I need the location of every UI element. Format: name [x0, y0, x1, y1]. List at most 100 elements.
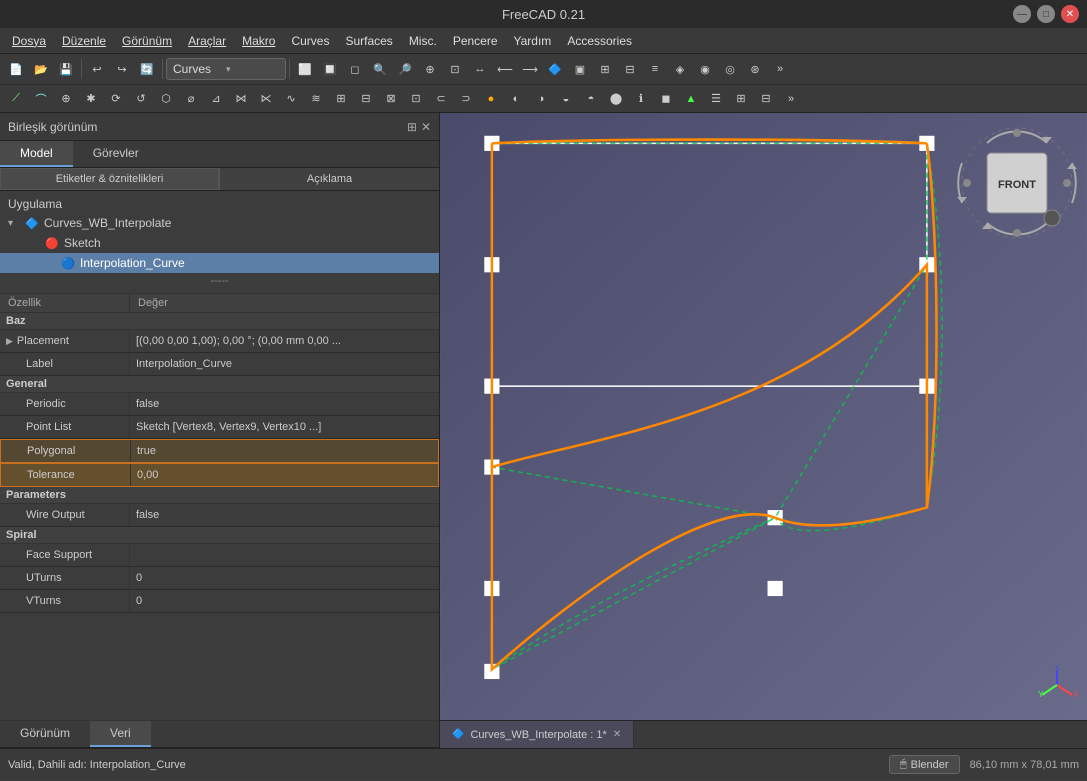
prop-row-facesupport[interactable]: Face Support	[0, 544, 439, 567]
menu-accessories[interactable]: Accessories	[559, 32, 640, 50]
prop-row-uturns[interactable]: UTurns 0	[0, 567, 439, 590]
menu-araclar[interactable]: Araçlar	[180, 32, 234, 50]
tb-view1[interactable]: ⬜	[293, 57, 317, 81]
tb-curve15[interactable]: ⊟	[354, 87, 378, 111]
tb-curve26[interactable]: ℹ	[629, 87, 653, 111]
tb-view3[interactable]: ◻	[343, 57, 367, 81]
tb-curve6[interactable]: ↺	[129, 87, 153, 111]
tb-view15[interactable]: ≡	[643, 57, 667, 81]
subtab-etiketler[interactable]: Etiketler & öznitelikleri	[0, 168, 219, 190]
menu-gorunum[interactable]: Görünüm	[114, 32, 180, 50]
tb-curve24[interactable]: ◓	[579, 87, 603, 111]
tab-gorevler[interactable]: Görevler	[73, 141, 159, 167]
close-button[interactable]: ✕	[1061, 5, 1079, 23]
prop-val-placement: [(0,00 0,00 1,00); 0,00 °; (0,00 mm 0,00…	[130, 333, 439, 349]
tb-view10[interactable]: ⟶	[518, 57, 542, 81]
tb-curve13[interactable]: ≋	[304, 87, 328, 111]
menu-curves[interactable]: Curves	[283, 32, 337, 50]
tb-curve28[interactable]: ▲	[679, 87, 703, 111]
prop-row-periodic[interactable]: Periodic false	[0, 393, 439, 416]
tb-curve23[interactable]: ◒	[554, 87, 578, 111]
prop-row-label[interactable]: Label Interpolation_Curve	[0, 353, 439, 376]
tb-view12[interactable]: ▣	[568, 57, 592, 81]
bottom-tab-veri[interactable]: Veri	[90, 721, 151, 747]
workbench-dropdown[interactable]: Curves ▾	[166, 58, 286, 80]
tb-curve8[interactable]: ⌀	[179, 87, 203, 111]
tab-model[interactable]: Model	[0, 141, 73, 167]
tb-view7[interactable]: ⊡	[443, 57, 467, 81]
blender-badge[interactable]: 🖱 Blender	[889, 755, 960, 774]
tb-curve14[interactable]: ⊞	[329, 87, 353, 111]
tree-item-interp[interactable]: 🔵 Interpolation_Curve	[0, 253, 439, 273]
tb-curve31[interactable]: ⊟	[754, 87, 778, 111]
tb-curve10[interactable]: ⋈	[229, 87, 253, 111]
tb-view17[interactable]: ◉	[693, 57, 717, 81]
tb-view5[interactable]: 🔎	[393, 57, 417, 81]
tb-curve25[interactable]: ⬤	[604, 87, 628, 111]
subtab-aciklama[interactable]: Açıklama	[220, 168, 439, 190]
tb-refresh[interactable]: 🔄	[135, 57, 159, 81]
tb-view18[interactable]: ◎	[718, 57, 742, 81]
prop-row-vturns[interactable]: VTurns 0	[0, 590, 439, 613]
prop-row-placement[interactable]: ▶ Placement [(0,00 0,00 1,00); 0,00 °; (…	[0, 330, 439, 353]
tb-curve12[interactable]: ∿	[279, 87, 303, 111]
tb-view6[interactable]: ⊕	[418, 57, 442, 81]
panel-close-btn[interactable]: ✕	[421, 120, 431, 134]
tb-curve11[interactable]: ⋉	[254, 87, 278, 111]
tb-curve1[interactable]: ⟋	[4, 87, 28, 111]
tb-curve5[interactable]: ⟳	[104, 87, 128, 111]
tb-curve22[interactable]: ◑	[529, 87, 553, 111]
panel-expand-btn[interactable]: ⊞	[407, 120, 417, 134]
tree-item-sketch[interactable]: 🔴 Sketch	[0, 233, 439, 253]
minimize-button[interactable]: —	[1013, 5, 1031, 23]
menu-pencere[interactable]: Pencere	[445, 32, 506, 50]
compass-widget[interactable]: FRONT	[957, 123, 1077, 243]
tb-curve3[interactable]: ⊕	[54, 87, 78, 111]
tb-save[interactable]: 💾	[54, 57, 78, 81]
tb-view8[interactable]: ↔	[468, 57, 492, 81]
menu-yardim[interactable]: Yardım	[506, 32, 560, 50]
tree-item-curves-wb[interactable]: ▾ 🔷 Curves_WB_Interpolate	[0, 213, 439, 233]
tb-curve2[interactable]: ⌒	[29, 87, 53, 111]
tb-curve9[interactable]: ⊿	[204, 87, 228, 111]
menu-dosya[interactable]: Dosya	[4, 32, 54, 50]
menu-duzenle[interactable]: Düzenle	[54, 32, 114, 50]
menu-makro[interactable]: Makro	[234, 32, 283, 50]
tb-curve4[interactable]: ✱	[79, 87, 103, 111]
tb-view14[interactable]: ⊟	[618, 57, 642, 81]
bottom-tab-gorunum[interactable]: Görünüm	[0, 721, 90, 747]
tb-view19[interactable]: ⊛	[743, 57, 767, 81]
vp-tab-close[interactable]: ✕	[613, 729, 621, 740]
tb-view2[interactable]: 🔲	[318, 57, 342, 81]
viewport-tab-curves[interactable]: 🔷 Curves_WB_Interpolate : 1* ✕	[440, 721, 634, 748]
tb-curve29[interactable]: ☰	[704, 87, 728, 111]
tb-redo[interactable]: ↪	[110, 57, 134, 81]
menu-surfaces[interactable]: Surfaces	[337, 32, 400, 50]
tb-new[interactable]: 📄	[4, 57, 28, 81]
tb-curve27[interactable]: ◼	[654, 87, 678, 111]
prop-row-tolerance[interactable]: Tolerance 0,00	[0, 463, 439, 487]
tb-curve20[interactable]: ●	[479, 87, 503, 111]
prop-row-polygonal[interactable]: Polygonal true	[0, 439, 439, 463]
tb-view4[interactable]: 🔍	[368, 57, 392, 81]
maximize-button[interactable]: □	[1037, 5, 1055, 23]
tb-view9[interactable]: ⟵	[493, 57, 517, 81]
tb-view11[interactable]: 🔷	[543, 57, 567, 81]
tb-curve21[interactable]: ◐	[504, 87, 528, 111]
tb-view16[interactable]: ◈	[668, 57, 692, 81]
tb-more[interactable]: »	[768, 57, 792, 81]
tb-curve17[interactable]: ⊡	[404, 87, 428, 111]
tb-curve32[interactable]: »	[779, 87, 803, 111]
tb-curve18[interactable]: ⊂	[429, 87, 453, 111]
tb-open[interactable]: 📂	[29, 57, 53, 81]
tree-label-interp: Interpolation_Curve	[80, 256, 185, 270]
tb-curve19[interactable]: ⊃	[454, 87, 478, 111]
tb-curve16[interactable]: ⊠	[379, 87, 403, 111]
tb-undo[interactable]: ↩	[85, 57, 109, 81]
prop-row-pointlist[interactable]: Point List Sketch [Vertex8, Vertex9, Ver…	[0, 416, 439, 439]
menu-misc[interactable]: Misc.	[401, 32, 445, 50]
tb-curve30[interactable]: ⊞	[729, 87, 753, 111]
prop-row-wireoutput[interactable]: Wire Output false	[0, 504, 439, 527]
tb-zoom-fit[interactable]: ⊞	[593, 57, 617, 81]
tb-curve7[interactable]: ⬡	[154, 87, 178, 111]
